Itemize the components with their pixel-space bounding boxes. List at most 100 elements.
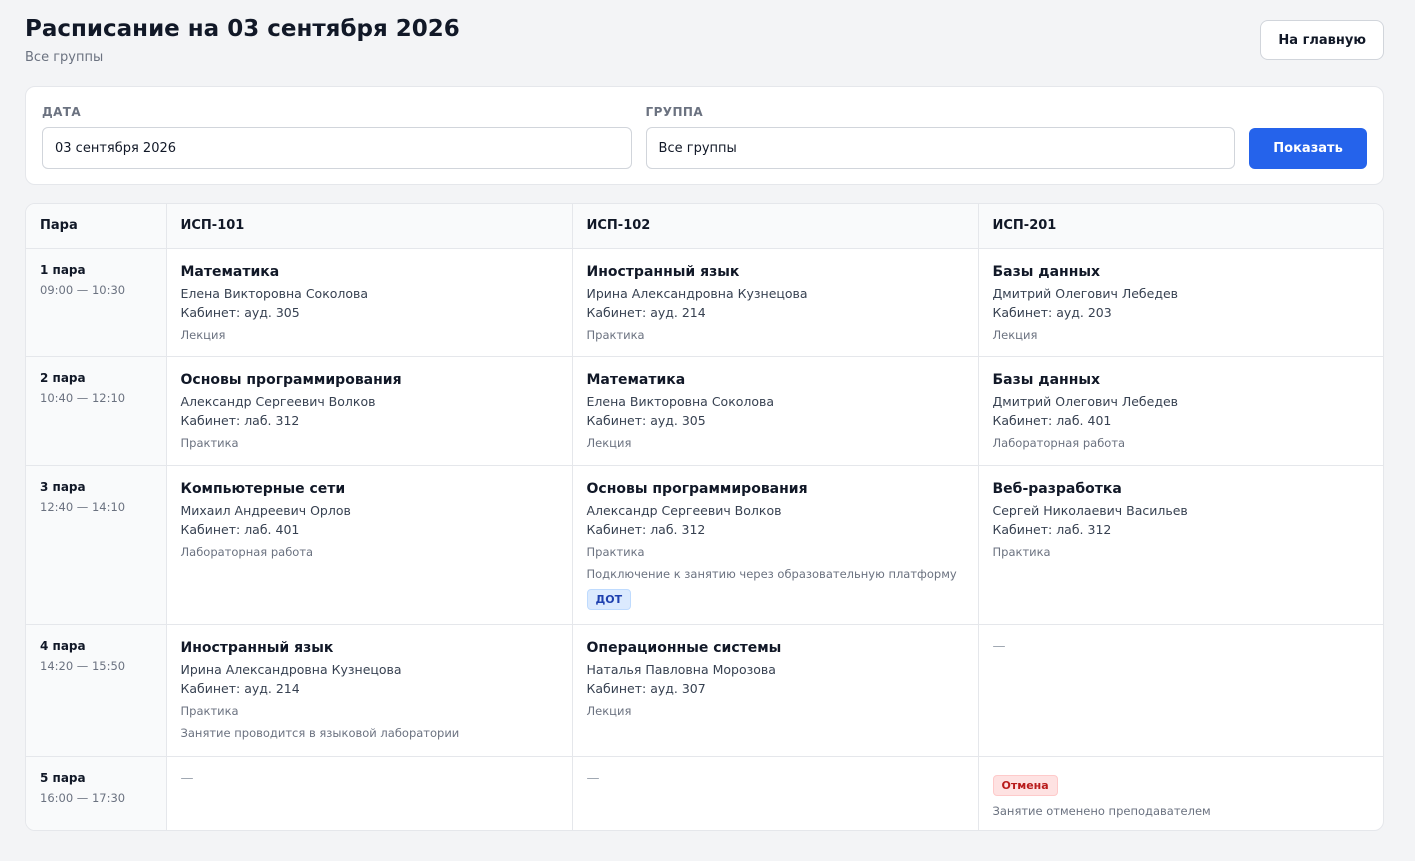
pair-number: 1 пара: [40, 262, 86, 277]
subject-name: Операционные системы: [586, 639, 782, 656]
column-header-group: ИСП-102: [572, 204, 979, 249]
date-field-group: ДАТА 03 сентября 2026: [42, 103, 632, 169]
lesson-type: Лабораторная работа: [180, 544, 314, 559]
pair-time: 14:20 — 15:50: [40, 658, 126, 673]
cancelled-cell: Отмена Занятие отменено преподавателем: [978, 756, 1383, 830]
subject-name: Базы данных: [992, 263, 1101, 280]
page-title: Расписание на 03 сентября 2026: [25, 16, 460, 42]
subject-name: Основы программирования: [586, 480, 808, 497]
cancel-badge: Отмена: [992, 774, 1058, 796]
empty-cell: —: [978, 624, 1383, 757]
pair-number: 3 пара: [40, 479, 86, 494]
group-field-group: ГРУППА Все группы: [645, 103, 1236, 169]
teacher-name: Александр Сергеевич Волков: [586, 502, 782, 518]
teacher-name: Елена Викторовна Соколова: [180, 285, 369, 301]
room: Кабинет: ауд. 307: [586, 680, 706, 696]
pair-time: 10:40 — 12:10: [40, 390, 126, 405]
room: Кабинет: ауд. 305: [180, 304, 300, 320]
lesson-cell: Компьютерные сети Михаил Андреевич Орлов…: [166, 465, 573, 625]
teacher-name: Ирина Александровна Кузнецова: [180, 661, 402, 677]
lesson-type: Лабораторная работа: [992, 435, 1126, 450]
table-row: 3 пара 12:40 — 14:10 Компьютерные сети М…: [26, 465, 1383, 625]
lesson-cell: Основы программирования Александр Сергее…: [572, 465, 979, 625]
subject-name: Иностранный язык: [586, 263, 740, 280]
subject-name: Веб-разработка: [992, 480, 1122, 497]
lesson-type: Лекция: [586, 435, 632, 450]
lesson-type: Практика: [180, 703, 239, 718]
teacher-name: Дмитрий Олегович Лебедев: [992, 393, 1179, 409]
column-header-group: ИСП-201: [978, 204, 1383, 249]
pair-number: 4 пара: [40, 638, 86, 653]
subject-name: Базы данных: [992, 371, 1101, 388]
table-row: 1 пара 09:00 — 10:30 Математика Елена Ви…: [26, 248, 1383, 357]
lesson-note: Подключение к занятию через образователь…: [586, 566, 957, 581]
lesson-type: Лекция: [586, 703, 632, 718]
table-row: 2 пара 10:40 — 12:10 Основы программиров…: [26, 356, 1383, 466]
lesson-type: Практика: [180, 435, 239, 450]
distance-learning-badge: ДОТ: [586, 588, 632, 610]
room: Кабинет: ауд. 203: [992, 304, 1112, 320]
pair-number: 5 пара: [40, 770, 86, 785]
page-header: Расписание на 03 сентября 2026 Все групп…: [25, 14, 1384, 84]
table-header-row: Пара ИСП-101 ИСП-102 ИСП-201: [26, 204, 1383, 249]
date-label: ДАТА: [42, 105, 82, 119]
lesson-cell: Математика Елена Викторовна Соколова Каб…: [572, 356, 979, 466]
pair-number: 2 пара: [40, 370, 86, 385]
pair-cell: 4 пара 14:20 — 15:50: [26, 624, 167, 757]
group-select[interactable]: Все группы: [645, 127, 1236, 169]
pair-time: 16:00 — 17:30: [40, 790, 126, 805]
lesson-type: Практика: [992, 544, 1051, 559]
empty-marker: —: [180, 770, 194, 786]
empty-cell: —: [572, 756, 979, 830]
lesson-cell: Основы программирования Александр Сергее…: [166, 356, 573, 466]
lesson-cell: Иностранный язык Ирина Александровна Куз…: [572, 248, 979, 357]
lesson-type: Практика: [586, 327, 645, 342]
lesson-cell: Иностранный язык Ирина Александровна Куз…: [166, 624, 573, 757]
room: Кабинет: лаб. 312: [180, 412, 300, 428]
group-label: ГРУППА: [645, 105, 704, 119]
pair-cell: 3 пара 12:40 — 14:10: [26, 465, 167, 625]
schedule-table: Пара ИСП-101 ИСП-102 ИСП-201 1 пара 09:0…: [26, 204, 1383, 830]
table-row: 5 пара 16:00 — 17:30 — — Отмена Занятие …: [26, 756, 1383, 830]
schedule-table-container: Пара ИСП-101 ИСП-102 ИСП-201 1 пара 09:0…: [25, 203, 1384, 831]
lesson-cell: Базы данных Дмитрий Олегович Лебедев Каб…: [978, 356, 1383, 466]
lesson-cell: Операционные системы Наталья Павловна Мо…: [572, 624, 979, 757]
home-button[interactable]: На главную: [1260, 20, 1384, 60]
lesson-type: Лекция: [180, 327, 226, 342]
table-row: 4 пара 14:20 — 15:50 Иностранный язык Ир…: [26, 624, 1383, 757]
column-header-group: ИСП-101: [166, 204, 573, 249]
room: Кабинет: ауд. 214: [586, 304, 706, 320]
empty-cell: —: [166, 756, 573, 830]
lesson-cell: Веб-разработка Сергей Николаевич Василье…: [978, 465, 1383, 625]
teacher-name: Дмитрий Олегович Лебедев: [992, 285, 1179, 301]
lesson-type: Практика: [586, 544, 645, 559]
room: Кабинет: лаб. 312: [586, 521, 706, 537]
subject-name: Основы программирования: [180, 371, 402, 388]
page-subtitle: Все группы: [25, 50, 104, 65]
subject-name: Математика: [180, 263, 280, 280]
title-block: Расписание на 03 сентября 2026 Все групп…: [25, 14, 460, 65]
empty-marker: —: [586, 770, 600, 786]
lesson-type: Лекция: [992, 327, 1038, 342]
pair-cell: 1 пара 09:00 — 10:30: [26, 248, 167, 357]
pair-time: 09:00 — 10:30: [40, 282, 126, 297]
subject-name: Математика: [586, 371, 686, 388]
room: Кабинет: лаб. 312: [992, 521, 1112, 537]
lesson-cell: Базы данных Дмитрий Олегович Лебедев Каб…: [978, 248, 1383, 357]
teacher-name: Наталья Павловна Морозова: [586, 661, 776, 677]
date-input[interactable]: 03 сентября 2026: [42, 127, 632, 169]
subject-name: Компьютерные сети: [180, 480, 346, 497]
room: Кабинет: лаб. 401: [992, 412, 1112, 428]
subject-name: Иностранный язык: [180, 639, 334, 656]
teacher-name: Елена Викторовна Соколова: [586, 393, 775, 409]
teacher-name: Александр Сергеевич Волков: [180, 393, 376, 409]
pair-time: 12:40 — 14:10: [40, 499, 126, 514]
room: Кабинет: ауд. 305: [586, 412, 706, 428]
teacher-name: Сергей Николаевич Васильев: [992, 502, 1188, 518]
column-header-pair: Пара: [26, 204, 167, 249]
schedule-page: Расписание на 03 сентября 2026 Все групп…: [0, 0, 1415, 831]
show-button[interactable]: Показать: [1249, 128, 1367, 169]
teacher-name: Михаил Андреевич Орлов: [180, 502, 351, 518]
teacher-name: Ирина Александровна Кузнецова: [586, 285, 808, 301]
lesson-cell: Математика Елена Викторовна Соколова Каб…: [166, 248, 573, 357]
